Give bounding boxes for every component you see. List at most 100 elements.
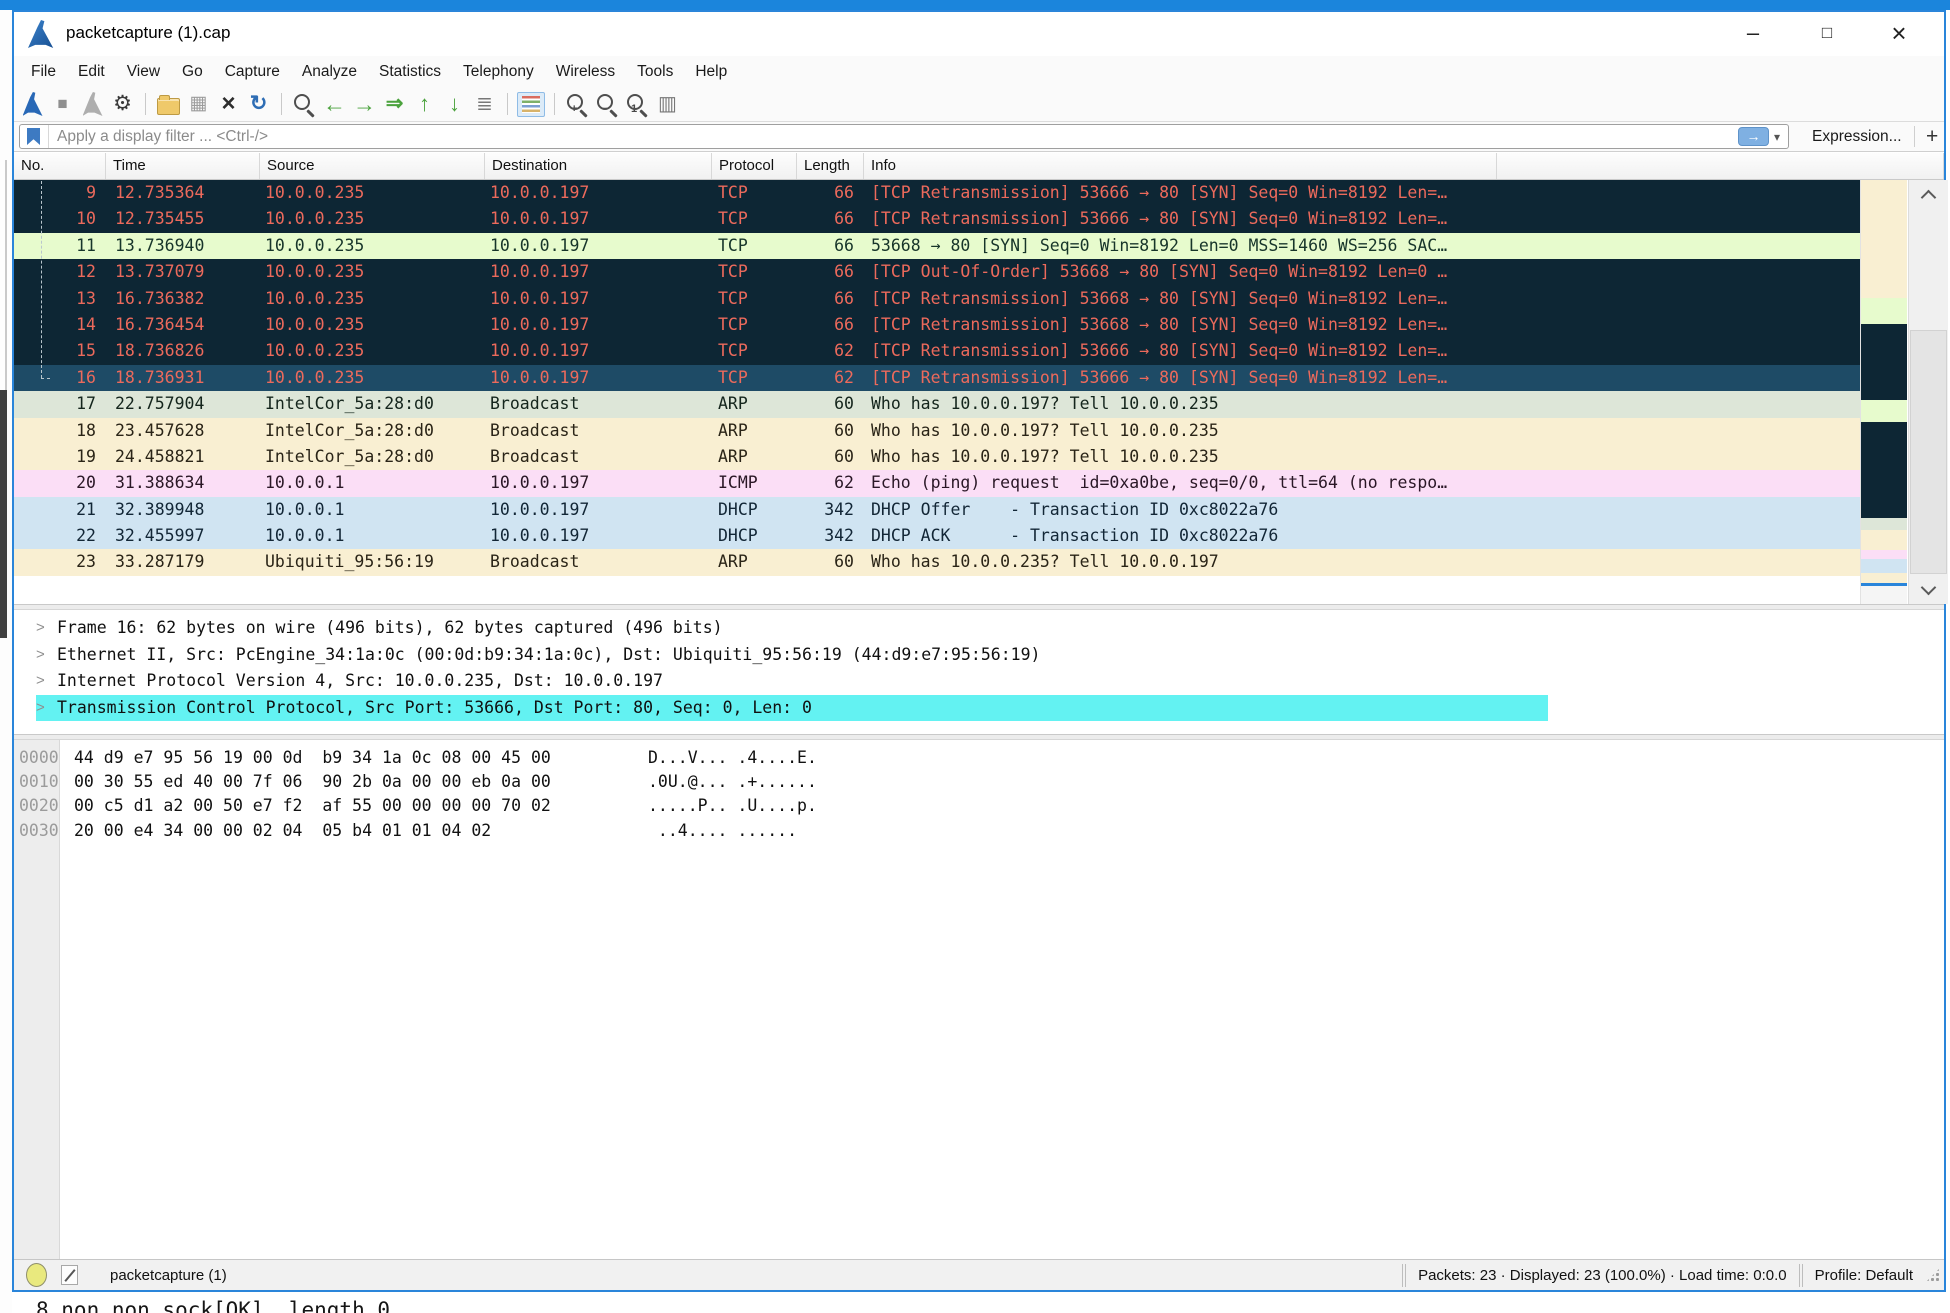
column-header-info[interactable]: Info [864,153,1497,179]
menu-statistics[interactable]: Statistics [368,56,452,87]
capture-comment-icon[interactable] [61,1265,78,1285]
scroll-up-icon[interactable] [1909,180,1948,208]
zoom-out-icon[interactable]: − [594,91,621,118]
packet-row[interactable]: 1316.73638210.0.0.23510.0.0.197TCP66[TCP… [14,286,1860,312]
menu-view[interactable]: View [116,56,171,87]
display-filter-field[interactable]: → ▾ [19,124,1789,149]
auto-scroll-icon[interactable]: ≣ [471,91,498,118]
menu-edit[interactable]: Edit [67,56,116,87]
go-to-packet-icon[interactable]: ⇒ [381,91,408,118]
detail-row[interactable]: >Frame 16: 62 bytes on wire (496 bits), … [36,615,1944,642]
expression-button[interactable]: Expression... [1812,122,1902,151]
packet-cell: 22 [14,523,106,549]
menu-capture[interactable]: Capture [214,56,291,87]
go-forward-icon[interactable]: → [351,91,378,118]
go-last-icon[interactable]: ↓ [441,91,468,118]
bookmark-icon[interactable] [27,128,40,145]
column-header-protocol[interactable]: Protocol [712,153,797,179]
colorize-icon[interactable] [517,92,545,117]
scroll-down-icon[interactable] [1909,576,1948,604]
zoom-in-icon[interactable]: + [564,91,591,118]
scrollbar-thumb[interactable] [1910,330,1947,574]
hex-row[interactable]: 000044 d9 e7 95 56 19 00 0d b9 34 1a 0c … [14,746,1944,770]
packet-cell: 10.0.0.235 [260,286,485,312]
expand-chevron-icon[interactable]: > [36,642,57,669]
minimize-button[interactable]: – [1730,12,1776,56]
packet-cell: Broadcast [485,549,712,575]
display-filter-input[interactable] [49,127,1738,147]
reload-file-icon[interactable]: ↻ [245,91,272,118]
hex-offset: 0030 [14,819,60,843]
intelligent-scrollbar-minimap[interactable] [1860,180,1907,604]
start-capture-icon[interactable] [19,91,46,118]
filter-dropdown-caret-icon[interactable]: ▾ [1774,130,1780,144]
column-header-source[interactable]: Source [260,153,485,179]
menu-go[interactable]: Go [171,56,214,87]
go-first-icon[interactable]: ↑ [411,91,438,118]
packet-row[interactable]: 1618.73693110.0.0.23510.0.0.197TCP62[TCP… [14,365,1860,391]
packet-row[interactable]: 2232.45599710.0.0.110.0.0.197DHCP342DHCP… [14,523,1860,549]
column-header-time[interactable]: Time [106,153,260,179]
menu-help[interactable]: Help [684,56,738,87]
expand-chevron-icon[interactable]: > [36,615,57,642]
packet-cell: Broadcast [485,444,712,470]
hex-row[interactable]: 001000 30 55 ed 40 00 7f 06 90 2b 0a 00 … [14,770,1944,794]
main-toolbar: ■ ⚙ ▦×↻ ←→⇒↑↓≣ +−1▥ [14,87,1944,122]
column-header-no[interactable]: No. [14,153,106,179]
menu-telephony[interactable]: Telephony [452,56,545,87]
expert-info-icon[interactable] [26,1263,47,1287]
menu-file[interactable]: File [20,56,67,87]
packet-row[interactable]: 1924.458821IntelCor_5a:28:d0BroadcastARP… [14,444,1860,470]
resize-columns-icon[interactable]: ▥ [654,91,681,118]
menu-tools[interactable]: Tools [626,56,684,87]
hex-row[interactable]: 003020 00 e4 34 00 00 02 04 05 b4 01 01 … [14,819,1944,843]
packet-row[interactable]: 2031.38863410.0.0.110.0.0.197ICMP62Echo … [14,470,1860,496]
packet-row[interactable]: 1113.73694010.0.0.23510.0.0.197TCP665366… [14,233,1860,259]
packet-row[interactable]: 2333.287179Ubiquiti_95:56:19BroadcastARP… [14,549,1860,575]
close-button[interactable]: × [1876,12,1922,56]
packet-cell: 18 [14,418,106,444]
packet-row[interactable]: 1823.457628IntelCor_5a:28:d0BroadcastARP… [14,418,1860,444]
packet-row[interactable]: 2132.38994810.0.0.110.0.0.197DHCP342DHCP… [14,497,1860,523]
status-profile[interactable]: Profile: Default [1815,1267,1913,1284]
packet-cell: 9 [14,180,106,206]
packet-row[interactable]: 1012.73545510.0.0.23510.0.0.197TCP66[TCP… [14,206,1860,232]
packet-cell: DHCP [712,523,797,549]
detail-row[interactable]: >Internet Protocol Version 4, Src: 10.0.… [36,668,1944,695]
menu-analyze[interactable]: Analyze [291,56,368,87]
resize-grip[interactable] [1925,1267,1941,1283]
column-header-length[interactable]: Length [797,153,864,179]
packet-row[interactable]: 912.73536410.0.0.23510.0.0.197TCP66[TCP … [14,180,1860,206]
expand-chevron-icon[interactable]: > [36,668,57,695]
add-filter-button[interactable]: + [1926,122,1938,151]
minimap-segment [1861,324,1907,400]
title-bar[interactable]: packetcapture (1).cap – □ × [14,12,1944,56]
packet-cell: 62 [797,338,864,364]
packet-cell: TCP [712,338,797,364]
menu-wireless[interactable]: Wireless [545,56,626,87]
packet-cell: 10.0.0.197 [485,497,712,523]
apply-filter-button[interactable]: → [1738,127,1769,146]
packet-row[interactable]: 1722.757904IntelCor_5a:28:d0BroadcastARP… [14,391,1860,417]
packet-cell: TCP [712,233,797,259]
detail-row[interactable]: >Transmission Control Protocol, Src Port… [36,695,1548,722]
open-file-icon[interactable] [155,91,182,118]
packet-row[interactable]: 1416.73645410.0.0.23510.0.0.197TCP66[TCP… [14,312,1860,338]
column-header-destination[interactable]: Destination [485,153,712,179]
zoom-100-icon[interactable]: 1 [624,91,651,118]
maximize-button[interactable]: □ [1804,12,1850,56]
packet-row[interactable]: 1518.73682610.0.0.23510.0.0.197TCP62[TCP… [14,338,1860,364]
expand-chevron-icon[interactable]: > [36,695,57,722]
restart-capture-icon[interactable] [79,91,106,118]
close-file-icon[interactable]: × [215,91,242,118]
save-file-icon[interactable]: ▦ [185,91,212,118]
detail-row[interactable]: >Ethernet II, Src: PcEngine_34:1a:0c (00… [36,642,1944,669]
packet-list-scrollbar[interactable] [1908,180,1948,604]
capture-options-icon[interactable]: ⚙ [109,91,136,118]
stop-capture-icon[interactable]: ■ [49,91,76,118]
packet-cell: 16.736382 [106,286,260,312]
packet-row[interactable]: 1213.73707910.0.0.23510.0.0.197TCP66[TCP… [14,259,1860,285]
hex-row[interactable]: 002000 c5 d1 a2 00 50 e7 f2 af 55 00 00 … [14,794,1944,818]
go-back-icon[interactable]: ← [321,91,348,118]
find-packet-icon[interactable] [291,91,318,118]
